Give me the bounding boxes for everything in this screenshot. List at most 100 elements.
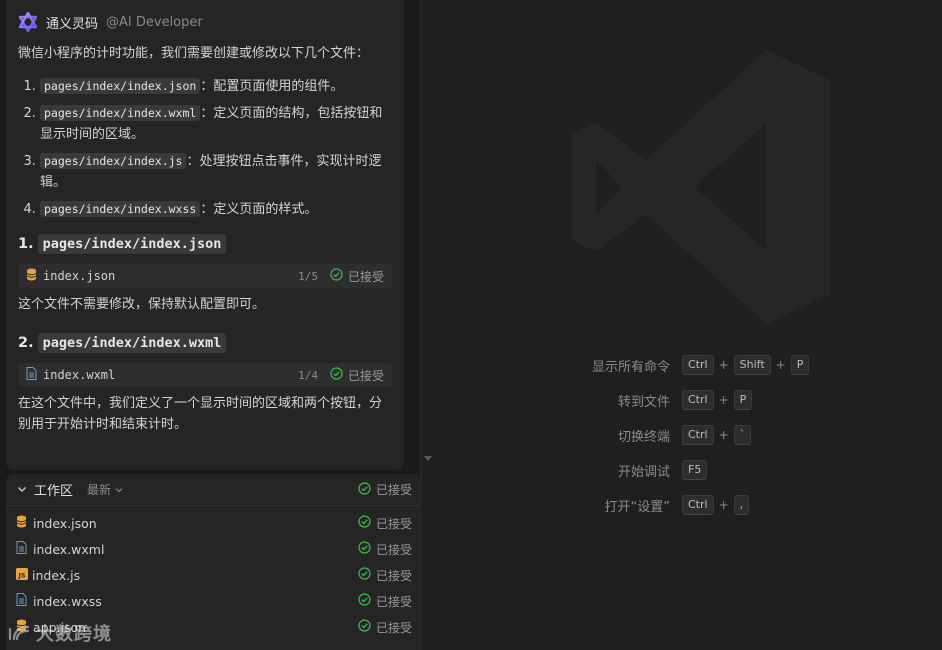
shortcut-keys: Ctrl + P (682, 390, 753, 410)
accepted-status: 已接受 (358, 515, 412, 532)
intro-text: 微信小程序的计时功能，我们需要创建或修改以下几个文件： (18, 46, 370, 61)
key-cap: , (733, 495, 750, 515)
chat-message-card: 通义灵码 @AI Developer 微信小程序的计时功能，我们需要创建或修改以… (6, 0, 404, 470)
key-cap: F5 (682, 460, 708, 480)
chevron-down-icon (114, 485, 124, 495)
watermark-text: 大数跨境 (36, 624, 112, 645)
file-path-code: pages/index/index.js (40, 153, 187, 169)
shortcut-label: 开始调试 (617, 464, 670, 480)
accepted-status: 已接受 (358, 619, 412, 636)
file-chip-name: index.wxml (43, 368, 116, 382)
key-cap: Ctrl (682, 390, 714, 410)
file-list: pages/index/index.json：配置页面使用的组件。 pages/… (18, 76, 392, 220)
shortcut-keys: Ctrl + ` (682, 425, 752, 445)
shortcut-show-all-commands[interactable]: 显示所有命令 Ctrl + Shift + P (436, 354, 942, 376)
json-file-icon (16, 515, 27, 531)
shortcut-label: 显示所有命令 (591, 359, 670, 375)
check-circle-icon (358, 515, 371, 531)
check-circle-icon (330, 268, 343, 284)
list-item: pages/index/index.wxml：定义页面的结构，包括按钮和显示时间… (40, 103, 392, 145)
watermark-logo-icon (8, 623, 32, 643)
shortcut-keys: Ctrl + , (682, 495, 750, 515)
file-chip-count: 1/5 (298, 269, 318, 283)
check-circle-icon (358, 481, 371, 498)
accepted-label: 已接受 (375, 542, 412, 557)
list-item: pages/index/index.js：处理按钮点击事件，实现计时逻辑。 (40, 151, 392, 193)
vscode-watermark-logo-icon (558, 42, 838, 332)
workspace-file-name: index.wxss (33, 593, 102, 609)
section-number: 2. (18, 335, 34, 351)
document-file-icon (16, 593, 27, 609)
svg-text:JS: JS (17, 571, 25, 579)
accepted-label: 已接受 (375, 516, 412, 531)
document-file-icon (26, 367, 37, 383)
accepted-label: 已接受 (375, 594, 412, 609)
chevron-down-icon[interactable] (16, 480, 28, 499)
file-chip-count: 1/4 (298, 368, 318, 382)
key-cap: Shift (733, 355, 771, 375)
shortcut-open-settings[interactable]: 打开“设置” Ctrl + , (436, 494, 942, 516)
check-circle-icon (358, 567, 371, 583)
key-plus: + (718, 358, 729, 372)
section-text: 在这个文件中，我们定义了一个显示时间的区域和两个按钮，分别用于开始计时和结束计时… (18, 396, 383, 432)
check-circle-icon (358, 541, 371, 557)
key-plus: + (775, 358, 786, 372)
shortcut-keys: Ctrl + Shift + P (682, 355, 810, 375)
key-cap: P (733, 390, 753, 410)
section-number: 1. (18, 236, 34, 252)
shortcut-go-to-file[interactable]: 转到文件 Ctrl + P (436, 389, 942, 411)
editor-empty-state: 显示所有命令 Ctrl + Shift + P 转到文件 Ctrl + P 切换终端 … (436, 0, 942, 650)
workspace-file-row[interactable]: JS index.js 已接受 (6, 562, 420, 588)
section-text: 这个文件不需要修改，保持默认配置即可。 (18, 297, 266, 312)
workspace-file-row[interactable]: index.wxss 已接受 (6, 588, 420, 614)
file-chip-index-json[interactable]: index.json 1/5 已接受 (18, 264, 392, 288)
shortcut-keys: F5 (682, 460, 708, 480)
key-cap: Ctrl (682, 495, 714, 515)
accepted-label: 已接受 (347, 269, 384, 284)
workspace-file-row[interactable]: index.json 已接受 (6, 510, 420, 536)
shortcut-start-debugging[interactable]: 开始调试 F5 (436, 459, 942, 481)
file-description: ：配置页面使用的组件。 (200, 79, 344, 94)
file-chip-index-wxml[interactable]: index.wxml 1/4 已接受 (18, 363, 392, 387)
js-file-icon: JS (16, 567, 28, 583)
chat-scrollbar[interactable] (420, 0, 434, 650)
workspace-title: 工作区 (34, 484, 74, 499)
accepted-label: 已接受 (347, 368, 384, 383)
chat-panel: 通义灵码 @AI Developer 微信小程序的计时功能，我们需要创建或修改以… (0, 0, 420, 650)
file-description: ：定义页面的样式。 (200, 202, 318, 217)
accepted-status: 已接受 (358, 567, 412, 584)
list-item: pages/index/index.wxss：定义页面的样式。 (40, 199, 392, 220)
section-heading-code: pages/index/index.wxml (37, 333, 227, 353)
workspace-filter-dropdown[interactable]: 最新 (87, 481, 358, 498)
file-chip-name: index.json (43, 269, 116, 283)
watermark: 大数跨境 (8, 620, 112, 646)
check-circle-icon (358, 619, 371, 635)
shortcut-label: 打开“设置” (604, 499, 670, 515)
shortcut-toggle-terminal[interactable]: 切换终端 Ctrl + ` (436, 424, 942, 446)
workspace-file-name: index.json (33, 515, 97, 531)
assistant-mention: @AI Developer (106, 14, 203, 30)
key-cap: Ctrl (682, 355, 714, 375)
key-plus: + (718, 428, 729, 442)
section-heading-code: pages/index/index.json (37, 234, 227, 254)
check-circle-icon (330, 367, 343, 383)
key-cap: Ctrl (682, 425, 714, 445)
accepted-label: 已接受 (375, 483, 412, 497)
accepted-status: 已接受 (358, 593, 412, 610)
tongyi-logo-icon (18, 12, 38, 32)
scroll-down-arrow-icon[interactable] (423, 454, 433, 464)
accepted-status: 已接受 (330, 367, 384, 384)
workspace-filter-label: 最新 (87, 483, 112, 497)
shortcut-label: 转到文件 (617, 394, 670, 410)
assistant-name: 通义灵码 (46, 16, 99, 32)
shortcut-label: 切换终端 (617, 429, 670, 445)
workspace-header[interactable]: 工作区 最新 已接受 (6, 474, 420, 506)
accepted-label: 已接受 (375, 620, 412, 635)
chat-header: 通义灵码 @AI Developer (18, 10, 392, 34)
workspace-file-name: index.wxml (33, 541, 105, 557)
check-circle-icon (358, 593, 371, 609)
workspace-file-name: index.js (32, 567, 81, 583)
workspace-file-row[interactable]: index.wxml 已接受 (6, 536, 420, 562)
file-path-code: pages/index/index.json (40, 78, 201, 94)
key-plus: + (718, 393, 729, 407)
